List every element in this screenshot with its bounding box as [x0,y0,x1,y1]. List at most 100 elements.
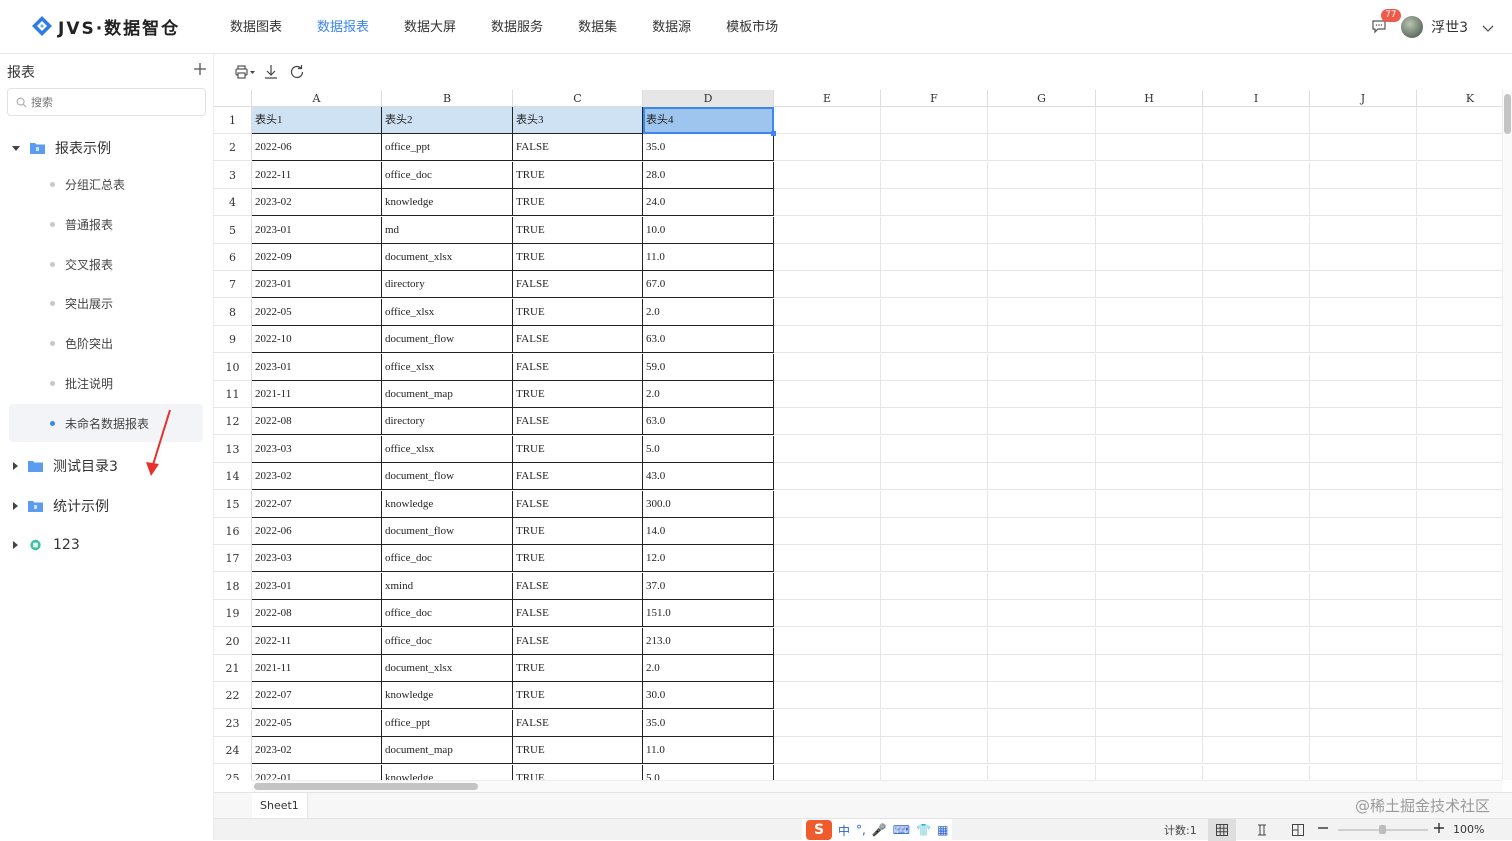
cell[interactable] [774,189,881,217]
tree-folder[interactable]: 报表示例 [0,134,214,162]
row-header[interactable]: 24 [214,737,252,765]
cell[interactable] [774,627,881,655]
cell[interactable] [881,490,988,518]
cell[interactable] [1203,737,1310,765]
cell[interactable]: 5.0 [643,764,774,780]
cell[interactable]: knowledge [382,764,513,780]
cell[interactable] [1310,572,1417,600]
caret-right-icon[interactable] [13,462,18,470]
header-cell[interactable] [1417,107,1502,134]
cell[interactable] [1203,353,1310,381]
cell[interactable]: office_xlsx [382,435,513,463]
cell[interactable] [1203,216,1310,244]
cell[interactable] [1096,298,1203,326]
cell[interactable] [1203,463,1310,491]
cell[interactable] [1417,189,1502,217]
cell[interactable] [1417,710,1502,737]
cell[interactable] [881,161,988,189]
cell[interactable] [1310,600,1417,628]
cell[interactable]: 213.0 [643,627,774,655]
row-header[interactable]: 21 [214,655,252,682]
header-cell[interactable] [988,107,1096,134]
cell[interactable]: TRUE [513,655,643,682]
cell[interactable] [1203,134,1310,162]
row-header[interactable]: 20 [214,627,252,655]
spreadsheet-grid[interactable]: ABCDEFGHIJK 1 表头1 表头2 表头3 表头4 2 2022-06 office_… [214,90,1502,780]
column-header[interactable]: J [1310,90,1417,107]
cell[interactable]: TRUE [513,764,643,780]
ime-item[interactable]: 中 [838,822,850,839]
cell[interactable]: office_xlsx [382,298,513,326]
row-header[interactable]: 6 [214,244,252,271]
cell[interactable] [774,518,881,545]
cell[interactable] [1417,299,1502,326]
cell[interactable]: 35.0 [643,134,774,162]
cell[interactable] [1203,682,1310,710]
cell[interactable] [1417,381,1502,408]
sogou-logo-icon[interactable]: S [806,820,832,840]
cell[interactable] [1310,134,1417,162]
cell[interactable] [1096,764,1203,780]
row-header[interactable]: 23 [214,709,252,737]
cell[interactable] [774,353,881,381]
cell[interactable]: FALSE [513,627,643,655]
cell[interactable] [988,381,1096,408]
cell[interactable] [774,216,881,244]
cell[interactable]: TRUE [513,518,643,545]
cell[interactable]: 11.0 [643,244,774,271]
tree-item[interactable]: 色阶突出 [9,324,203,362]
cell[interactable] [1096,600,1203,628]
row-header[interactable]: 10 [214,353,252,381]
column-header[interactable]: A [252,90,382,107]
cell[interactable]: 2023-03 [252,435,382,463]
row-header[interactable]: 14 [214,463,252,491]
cell[interactable] [1310,682,1417,710]
cell[interactable] [1203,435,1310,463]
cell[interactable]: office_xlsx [382,353,513,381]
cell[interactable]: 2.0 [643,298,774,326]
header-cell[interactable] [881,107,988,134]
avatar[interactable] [1401,16,1424,38]
cell[interactable]: 2022-11 [252,161,382,189]
nav-item[interactable]: 数据集 [578,0,617,54]
cell[interactable]: 2022-01 [252,764,382,780]
cell[interactable] [1417,600,1502,628]
search-input[interactable] [31,95,191,109]
cell[interactable] [1417,134,1502,162]
cell[interactable]: 2023-01 [252,216,382,244]
cell[interactable] [988,408,1096,436]
cell[interactable]: 2023-01 [252,271,382,299]
cell[interactable] [988,326,1096,354]
row-header[interactable]: 2 [214,134,252,162]
cell[interactable]: TRUE [513,381,643,408]
cell[interactable] [1310,764,1417,780]
header-cell[interactable]: 表头1 [252,107,382,134]
ime-item[interactable]: 👕 [916,823,931,837]
cell[interactable]: document_map [382,737,513,765]
row-header[interactable]: 11 [214,381,252,408]
cell[interactable] [1417,463,1502,491]
message-icon[interactable]: 77 [1371,9,1401,36]
cell[interactable] [881,545,988,573]
cell[interactable]: 2023-02 [252,737,382,765]
cell[interactable] [881,408,988,436]
page-layout-view-button[interactable] [1284,819,1312,841]
cell[interactable] [774,381,881,408]
cell[interactable]: 300.0 [643,490,774,518]
cell[interactable]: office_doc [382,600,513,628]
cell[interactable]: TRUE [513,682,643,710]
row-header[interactable]: 12 [214,408,252,436]
nav-item[interactable]: 数据大屏 [404,0,456,54]
cell[interactable]: knowledge [382,682,513,710]
ime-item[interactable]: ▦ [937,823,948,837]
cell[interactable]: 2022-09 [252,244,382,271]
cell[interactable] [988,244,1096,271]
cell[interactable] [1096,463,1203,491]
cell[interactable]: 2021-11 [252,381,382,408]
cell[interactable] [1310,216,1417,244]
cell[interactable]: TRUE [513,216,643,244]
cell[interactable] [1096,682,1203,710]
cell[interactable]: 59.0 [643,353,774,381]
cell[interactable] [881,463,988,491]
cell[interactable] [774,408,881,436]
